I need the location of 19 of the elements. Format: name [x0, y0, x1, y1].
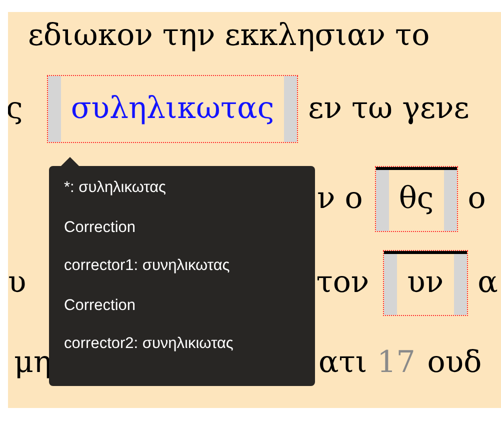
greek-text: τον	[316, 268, 370, 298]
correction-heading: Correction	[64, 296, 136, 316]
greek-text: ουδ	[427, 348, 482, 378]
greek-text: υ	[8, 268, 26, 298]
greek-text: εν τω γενε	[308, 94, 470, 124]
greek-text: εδιωκον την εκκλησιαν το	[28, 21, 430, 51]
greek-text: ν ο	[317, 184, 363, 214]
verse-number: 17	[377, 348, 416, 378]
greek-text: ατι	[318, 348, 368, 378]
greek-text: ο	[468, 184, 486, 214]
correction-text: corrector2: συνηλικιωτας	[64, 334, 234, 354]
greek-text: α	[478, 268, 498, 298]
nomen-sacrum-word[interactable]: υν	[383, 250, 468, 316]
correction-heading: Correction	[64, 218, 136, 238]
correction-text: corrector1: συνηλικωτας	[64, 256, 231, 276]
greek-text: μη	[14, 348, 52, 378]
nomen-sacrum-word[interactable]: θς	[374, 166, 458, 232]
reading-text: *: συληλικωτας	[64, 178, 168, 198]
variant-word[interactable]: συληλικωτας	[46, 75, 298, 143]
